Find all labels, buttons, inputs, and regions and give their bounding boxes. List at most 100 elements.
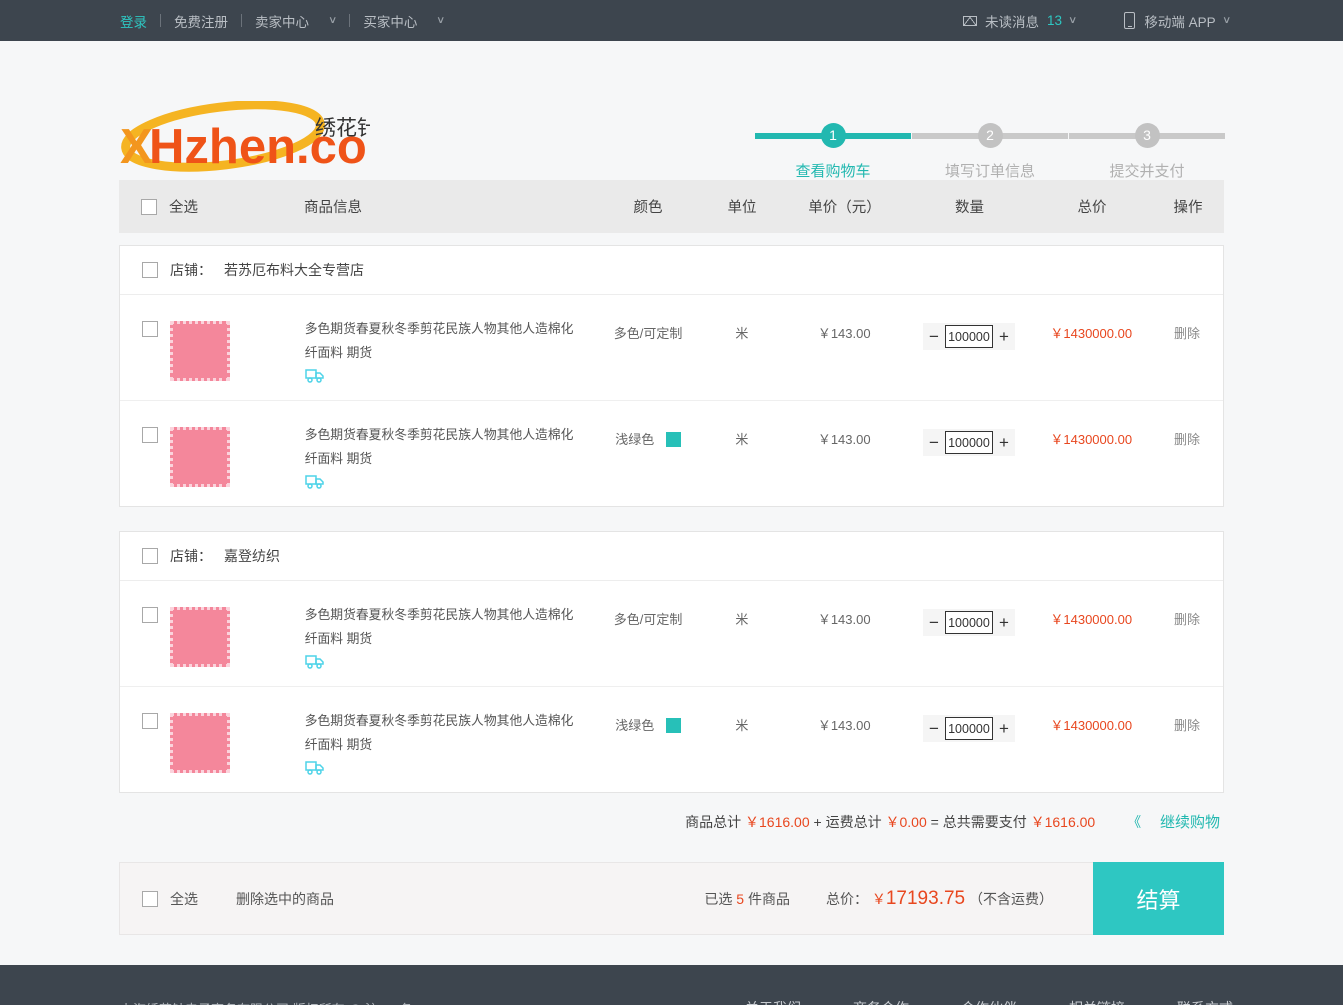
item-color-name: 浅绿色 [615, 432, 655, 447]
item-unit: 米 [735, 326, 749, 341]
item-delete-link[interactable]: 删除 [1151, 415, 1223, 448]
shipping-total-label: 运费总计 [825, 814, 882, 830]
step-2-order-info[interactable]: 2 填写订单信息 [912, 123, 1068, 181]
mobile-app-menu[interactable]: 移动端 APP ∨ [1124, 11, 1231, 31]
logo-brand-cn: 绣花针 [315, 117, 370, 140]
shipping-total-value: ￥0.00 [885, 814, 927, 830]
footer-link-contact[interactable]: 联系方式 [1177, 998, 1233, 1005]
continue-shopping-link[interactable]: 继续购物 [1160, 814, 1220, 831]
shop-section: 店铺： 若苏厄布料大全专营店 多色期货春夏秋冬季剪花民族人物其他人造棉化纤面料 … [119, 245, 1224, 507]
free-shipping-truck-icon [304, 475, 578, 492]
footer-link-about[interactable]: 关于我们 [745, 998, 801, 1005]
item-unit: 米 [735, 718, 749, 733]
item-color-name: 浅绿色 [615, 718, 655, 733]
seller-center-menu[interactable]: 卖家中心 ∨ [242, 11, 338, 31]
checkout-summary: 已选 5 件商品 总价： ￥17193.75 （不含运费） [704, 888, 1093, 910]
product-thumbnail[interactable] [170, 427, 230, 487]
header-total: 总价 [1077, 200, 1107, 216]
shop-name[interactable]: 若苏厄布料大全专营店 [224, 260, 364, 280]
grand-total-group: 总价： ￥17193.75 （不含运费） [826, 888, 1053, 910]
step-label: 填写订单信息 [944, 163, 1035, 180]
product-title[interactable]: 多色期货春夏秋冬季剪花民族人物其他人造棉化纤面料 期货 [305, 603, 578, 651]
item-total-price: ￥1430000.00 [1050, 718, 1133, 733]
step-3-submit-pay[interactable]: 3 提交并支付 [1069, 123, 1225, 181]
item-delete-link[interactable]: 删除 [1151, 309, 1223, 342]
footer-company-info: 上海绣花针电子商务有限公司 版权所有 @ 沪ICP备16007105 [120, 999, 471, 1005]
select-all-label-footer: 全选 [170, 890, 198, 907]
chevron-down-icon: ∨ [328, 15, 338, 26]
buyer-center-menu[interactable]: 买家中心 ∨ [350, 11, 446, 31]
item-checkbox[interactable] [142, 321, 158, 337]
product-title[interactable]: 多色期货春夏秋冬季剪花民族人物其他人造棉化纤面料 期货 [305, 423, 578, 471]
item-checkbox[interactable] [142, 607, 158, 623]
currency-symbol: ￥ [871, 890, 886, 907]
select-all-checkbox-footer[interactable] [142, 890, 158, 907]
quantity-stepper: − + [922, 715, 1015, 742]
item-delete-link[interactable]: 删除 [1151, 595, 1223, 628]
quantity-decrease-button[interactable]: − [923, 715, 945, 742]
quantity-increase-button[interactable]: + [993, 323, 1015, 350]
footer-link-partners[interactable]: 合作伙伴 [961, 998, 1017, 1005]
site-logo[interactable]: X Hzhen.com 绣花针 [120, 101, 370, 177]
select-all-checkbox-header[interactable] [141, 198, 157, 215]
unread-messages-menu[interactable]: 未读消息 13 ∨ [963, 11, 1078, 31]
plus-sign: + [813, 814, 822, 830]
product-thumbnail[interactable] [170, 321, 230, 381]
product-info: 多色期货春夏秋冬季剪花民族人物其他人造棉化纤面料 期货 [305, 701, 594, 778]
quantity-decrease-button[interactable]: − [923, 323, 945, 350]
quantity-decrease-button[interactable]: − [923, 429, 945, 456]
checkout-button[interactable]: 结算 [1093, 862, 1224, 935]
product-info: 多色期货春夏秋冬季剪花民族人物其他人造棉化纤面料 期货 [305, 415, 594, 492]
unread-messages-label: 未读消息 [985, 14, 1040, 30]
goods-total-value: ￥1616.00 [745, 814, 810, 830]
mobile-app-label: 移动端 APP [1144, 14, 1216, 30]
item-quantity-cell: − + [907, 309, 1032, 350]
free-shipping-truck-icon [304, 655, 578, 672]
shop-header: 店铺： 若苏厄布料大全专营店 [120, 246, 1223, 295]
item-checkbox[interactable] [142, 427, 158, 443]
step-1-view-cart[interactable]: 1 查看购物车 [755, 123, 911, 181]
item-delete-link[interactable]: 删除 [1151, 701, 1223, 734]
quantity-input[interactable] [944, 611, 993, 634]
item-checkbox[interactable] [142, 713, 158, 729]
payable-label: 总共需要支付 [942, 814, 1027, 830]
product-title[interactable]: 多色期货春夏秋冬季剪花民族人物其他人造棉化纤面料 期货 [305, 317, 578, 365]
delete-selected-link[interactable]: 删除选中的商品 [236, 889, 334, 909]
shop-select-checkbox[interactable] [142, 262, 158, 278]
item-color-cell: 多色/可定制 [594, 309, 702, 342]
back-arrow-icon[interactable]: 《 [1127, 814, 1141, 830]
footer-link-business[interactable]: 商务合作 [853, 998, 909, 1005]
cart-summary: 商品总计 ￥1616.00 + 运费总计 ￥0.00 = 总共需要支付 ￥161… [119, 811, 1224, 832]
shop-label: 店铺： [170, 548, 212, 564]
shop-name[interactable]: 嘉登纺织 [224, 546, 280, 566]
step-label: 查看购物车 [795, 163, 871, 180]
quantity-increase-button[interactable]: + [993, 609, 1015, 636]
shop-select-checkbox[interactable] [142, 548, 158, 564]
product-thumbnail[interactable] [170, 607, 230, 667]
topbar-left-links: 登录 免费注册 卖家中心 ∨ 买家中心 ∨ [120, 11, 446, 31]
login-link[interactable]: 登录 [120, 11, 160, 31]
product-title[interactable]: 多色期货春夏秋冬季剪花民族人物其他人造棉化纤面料 期货 [305, 709, 578, 757]
item-select-cell [120, 701, 305, 773]
selected-prefix: 已选 [704, 890, 733, 907]
item-unit: 米 [735, 612, 749, 627]
chevron-down-icon: ∨ [436, 15, 446, 26]
product-thumbnail[interactable] [170, 713, 230, 773]
quantity-input[interactable] [944, 431, 993, 454]
quantity-input[interactable] [944, 325, 993, 348]
quantity-input[interactable] [944, 717, 993, 740]
chevron-down-icon: ∨ [1068, 15, 1078, 26]
footer-link-related[interactable]: 相关链接 [1069, 998, 1125, 1005]
register-link[interactable]: 免费注册 [161, 11, 241, 31]
goods-total-label: 商品总计 [685, 814, 742, 830]
item-quantity-cell: − + [907, 701, 1032, 742]
header-unit: 单位 [727, 200, 757, 216]
item-total-price: ￥1430000.00 [1050, 326, 1133, 341]
quantity-increase-button[interactable]: + [993, 715, 1015, 742]
quantity-decrease-button[interactable]: − [923, 609, 945, 636]
equals-sign: = [930, 814, 939, 830]
product-info: 多色期货春夏秋冬季剪花民族人物其他人造棉化纤面料 期货 [305, 595, 594, 672]
free-shipping-truck-icon [304, 369, 578, 386]
select-all-label: 全选 [169, 200, 198, 216]
quantity-increase-button[interactable]: + [993, 429, 1015, 456]
